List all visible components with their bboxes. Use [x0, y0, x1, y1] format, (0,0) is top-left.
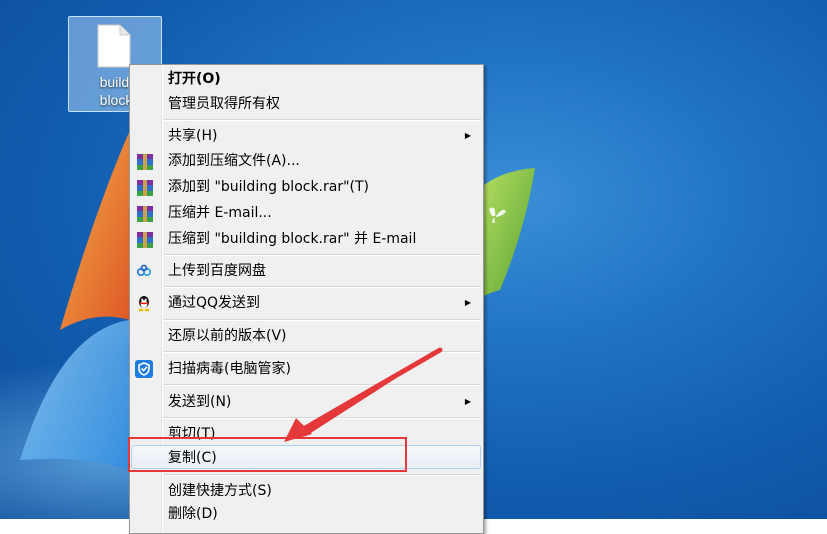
menu-item-send-via-qq[interactable]: 通过QQ发送到 ▶	[132, 291, 481, 315]
menu-item-label: 还原以前的版本(V)	[168, 328, 287, 344]
menu-item-label: 创建快捷方式(S)	[168, 483, 272, 499]
menu-separator	[163, 474, 481, 476]
menu-item-label: 压缩到 "building block.rar" 并 E-mail	[168, 231, 417, 247]
menu-item-create-shortcut[interactable]: 创建快捷方式(S)	[132, 479, 481, 503]
menu-item-label: 管理员取得所有权	[168, 96, 280, 112]
menu-item-take-ownership[interactable]: 管理员取得所有权	[132, 92, 481, 116]
menu-separator	[163, 384, 481, 386]
menu-item-compress-rar-email[interactable]: 压缩到 "building block.rar" 并 E-mail	[132, 227, 481, 251]
winrar-icon	[135, 178, 153, 196]
menu-separator	[163, 351, 481, 353]
menu-item-label: 删除(D)	[168, 506, 218, 522]
winrar-icon	[135, 204, 153, 222]
menu-separator	[163, 254, 481, 256]
menu-item-label: 发送到(N)	[168, 394, 232, 410]
menu-item-scan-virus[interactable]: 扫描病毒(电脑管家)	[132, 357, 481, 381]
menu-item-label: 添加到压缩文件(A)...	[168, 153, 300, 169]
menu-item-label: 添加到 "building block.rar"(T)	[168, 179, 370, 195]
menu-item-label: 通过QQ发送到	[168, 295, 261, 311]
submenu-arrow-icon: ▶	[464, 131, 471, 140]
menu-item-label: 压缩并 E-mail...	[168, 205, 272, 221]
menu-separator	[163, 319, 481, 321]
menu-item-restore-previous[interactable]: 还原以前的版本(V)	[132, 324, 481, 348]
submenu-arrow-icon: ▶	[464, 397, 471, 406]
menu-item-label: 打开(O)	[168, 71, 221, 87]
menu-item-label: 共享(H)	[168, 128, 218, 144]
annotation-highlight-box	[128, 437, 407, 472]
qq-penguin-icon	[135, 294, 153, 312]
menu-item-compress-email[interactable]: 压缩并 E-mail...	[132, 201, 481, 225]
winrar-icon	[135, 230, 153, 248]
menu-item-add-to-rar[interactable]: 添加到 "building block.rar"(T)	[132, 175, 481, 199]
menu-item-label: 上传到百度网盘	[168, 263, 266, 279]
menu-item-share[interactable]: 共享(H) ▶	[132, 124, 481, 148]
menu-item-add-to-archive[interactable]: 添加到压缩文件(A)...	[132, 149, 481, 173]
menu-item-upload-baidu[interactable]: 上传到百度网盘	[132, 259, 481, 283]
menu-item-send-to[interactable]: 发送到(N) ▶	[132, 390, 481, 414]
menu-item-label: 扫描病毒(电脑管家)	[168, 361, 291, 377]
menu-separator	[163, 417, 481, 419]
tencent-shield-icon	[135, 360, 153, 378]
menu-separator	[163, 119, 481, 121]
file-icon	[97, 24, 131, 68]
baidu-netdisk-icon	[135, 262, 153, 280]
winrar-icon	[135, 152, 153, 170]
menu-separator	[163, 286, 481, 288]
menu-item-delete[interactable]: 删除(D)	[132, 502, 481, 526]
menu-item-open[interactable]: 打开(O)	[132, 67, 481, 91]
submenu-arrow-icon: ▶	[464, 298, 471, 307]
